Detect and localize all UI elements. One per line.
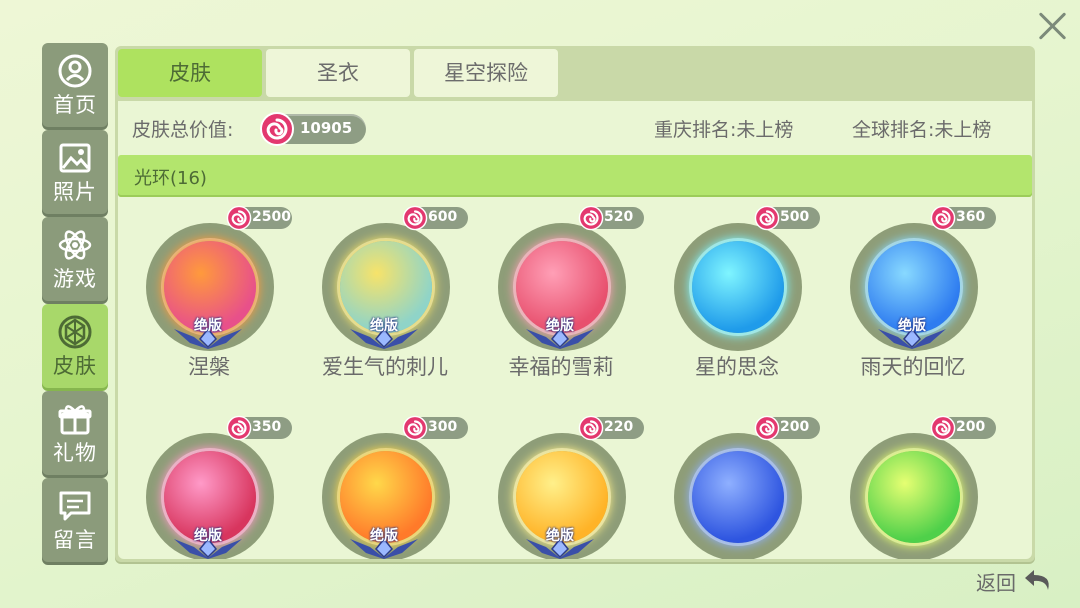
candy-coin-icon (260, 112, 294, 146)
skin-item[interactable]: 300 绝版 (300, 415, 470, 559)
gift-icon (58, 405, 92, 435)
limited-edition-label: 绝版 (194, 318, 222, 334)
atom-icon (58, 230, 92, 260)
skin-price: 200 (956, 419, 986, 435)
nav-label: 皮肤 (53, 354, 97, 378)
limited-edition-label: 绝版 (546, 528, 574, 544)
nav-messages[interactable]: 留言 (42, 478, 108, 562)
skin-halo-orb (692, 451, 784, 543)
skin-grid: 2500 绝版 涅槃 600 绝版 爱生气的刺儿 520 绝版 幸福的雪莉 50… (118, 205, 1032, 559)
price-badge: 2500 (226, 205, 292, 231)
nav-label: 留言 (53, 528, 97, 552)
profile-icon (58, 54, 92, 88)
nav-label: 游戏 (53, 267, 97, 291)
skin-item[interactable]: 2500 绝版 涅槃 (124, 205, 294, 407)
candy-coin-icon (754, 415, 780, 441)
price-badge: 200 (930, 415, 996, 441)
total-value: 10905 (300, 119, 353, 137)
skin-name: 涅槃 (188, 355, 230, 379)
skin-price: 500 (780, 209, 810, 225)
skin-price: 520 (604, 209, 634, 225)
candy-coin-icon (578, 415, 604, 441)
back-arrow-icon (1025, 570, 1049, 590)
limited-edition-label: 绝版 (898, 318, 926, 334)
skin-name: 幸福的雪莉 (508, 355, 614, 379)
price-badge: 300 (402, 415, 468, 441)
skin-item[interactable]: 360 绝版 雨天的回忆 (828, 205, 998, 407)
global-rank: 全球排名:未上榜 (852, 119, 992, 141)
skin-price: 350 (252, 419, 282, 435)
tab-skins[interactable]: 皮肤 (118, 49, 262, 97)
back-button[interactable]: 返回 (976, 566, 1056, 596)
candy-coin-icon (226, 415, 252, 441)
price-badge: 500 (754, 205, 820, 231)
skin-content: 皮肤总价值: 10905 重庆排名:未上榜 全球排名:未上榜 光环(16) 25… (118, 101, 1032, 559)
nav-label: 礼物 (53, 441, 97, 465)
candy-coin-icon (930, 415, 956, 441)
total-value-label: 皮肤总价值: (132, 119, 234, 141)
skin-item[interactable]: 220 绝版 (476, 415, 646, 559)
price-badge: 350 (226, 415, 292, 441)
price-badge: 520 (578, 205, 644, 231)
limited-edition-label: 绝版 (194, 528, 222, 544)
price-badge: 360 (930, 205, 996, 231)
candy-coin-icon (754, 205, 780, 231)
skin-item[interactable]: 350 绝版 (124, 415, 294, 559)
photo-icon (59, 143, 91, 173)
price-badge: 220 (578, 415, 644, 441)
skin-name: 爱生气的刺儿 (322, 355, 448, 379)
city-rank: 重庆排名:未上榜 (654, 119, 794, 141)
price-badge: 600 (402, 205, 468, 231)
candy-coin-icon (578, 205, 604, 231)
skin-price: 2500 (252, 209, 291, 225)
section-title: 光环(16) (134, 168, 207, 189)
limited-edition-label: 绝版 (546, 318, 574, 334)
tab-armor[interactable]: 圣衣 (266, 49, 410, 97)
nav-label: 首页 (53, 93, 97, 117)
close-button[interactable] (1032, 6, 1072, 46)
candy-coin-icon (402, 205, 428, 231)
skin-price: 200 (780, 419, 810, 435)
nav-label: 照片 (53, 180, 97, 204)
skin-item[interactable]: 520 绝版 幸福的雪莉 (476, 205, 646, 407)
total-value-badge: 10905 (260, 112, 366, 146)
limited-edition-label: 绝版 (370, 528, 398, 544)
skin-item[interactable]: 500 星的思念 (652, 205, 822, 407)
price-badge: 200 (754, 415, 820, 441)
message-icon (59, 491, 91, 521)
nav-photos[interactable]: 照片 (42, 130, 108, 214)
skin-price: 600 (428, 209, 458, 225)
nav-games[interactable]: 游戏 (42, 217, 108, 301)
skin-halo-orb (692, 241, 784, 333)
tab-star-explore[interactable]: 星空探险 (414, 49, 558, 97)
skin-item[interactable]: 200 (828, 415, 998, 559)
skin-price: 360 (956, 209, 986, 225)
nav-gifts[interactable]: 礼物 (42, 391, 108, 475)
skin-name: 雨天的回忆 (860, 355, 966, 379)
skin-item[interactable]: 600 绝版 爱生气的刺儿 (300, 205, 470, 407)
limited-edition-label: 绝版 (370, 318, 398, 334)
back-label: 返回 (976, 571, 1016, 595)
candy-coin-icon (402, 415, 428, 441)
skin-halo-orb (868, 451, 960, 543)
skin-price: 220 (604, 419, 634, 435)
skin-item[interactable]: 200 (652, 415, 822, 559)
nav-home[interactable]: 首页 (42, 43, 108, 127)
candy-coin-icon (930, 205, 956, 231)
skin-price: 300 (428, 419, 458, 435)
candy-coin-icon (226, 205, 252, 231)
nav-skins[interactable]: 皮肤 (42, 304, 108, 388)
skin-icon (58, 315, 92, 349)
skin-name: 星的思念 (695, 355, 779, 379)
section-header: 光环(16) (118, 155, 1032, 197)
